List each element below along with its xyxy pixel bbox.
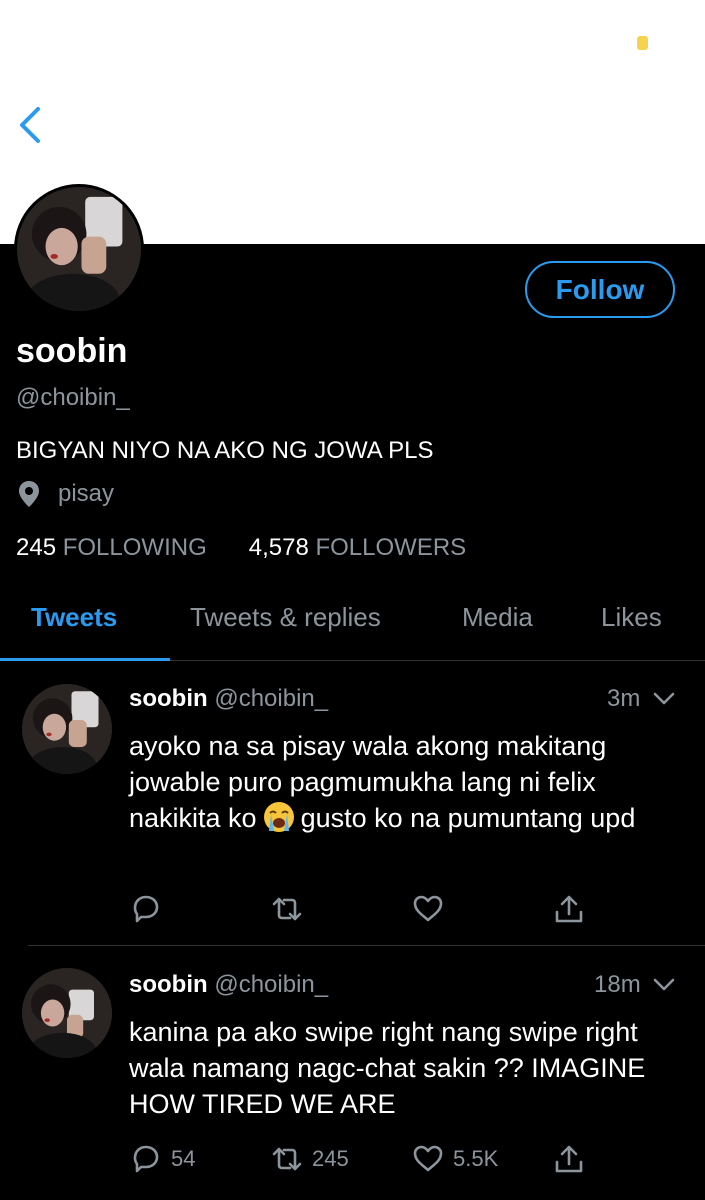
profile-name: soobin [16, 332, 128, 370]
tweet-author-name: soobin [129, 685, 208, 712]
tab-likes[interactable]: Likes [601, 602, 662, 633]
tab-tweets-replies[interactable]: Tweets & replies [190, 602, 381, 633]
avatar-image [22, 684, 112, 774]
share-icon [555, 1145, 583, 1173]
retweet-button[interactable] [270, 892, 312, 926]
tweet-header: soobin @choibin_ [129, 971, 328, 999]
reply-button[interactable]: 54 [129, 1142, 195, 1176]
profile-bio: BIGYAN NIYO NA AKO NG JOWA PLS [16, 437, 434, 464]
location-text: pisay [58, 480, 115, 507]
share-button[interactable] [552, 1142, 594, 1176]
profile-avatar[interactable] [14, 184, 144, 314]
tweet-time: 3m [607, 685, 641, 712]
tweet-author-handle: @choibin_ [214, 971, 329, 998]
avatar-image [17, 187, 141, 311]
chevron-down-icon[interactable] [652, 973, 676, 997]
heart-icon [413, 1145, 443, 1172]
followers-count: 4,578 [248, 534, 309, 561]
like-count: 5.5K [453, 1146, 499, 1171]
retweet-icon [272, 1147, 302, 1171]
tweet-avatar[interactable] [22, 684, 112, 774]
followers-stat[interactable]: 4,578 FOLLOWERS [249, 534, 466, 562]
loudly-crying-face-icon [263, 802, 294, 832]
tweet-time: 18m [594, 971, 641, 998]
tab-media[interactable]: Media [462, 602, 533, 633]
profile-handle: @choibin_ [16, 384, 130, 411]
battery-indicator [637, 36, 648, 50]
tweet-item[interactable]: soobin @choibin_ 18m kanina pa ako swipe… [0, 946, 705, 1200]
retweet-count: 245 [312, 1146, 349, 1171]
profile-tabs: Tweets Tweets & replies Media Likes [0, 592, 705, 661]
back-button[interactable] [12, 103, 52, 147]
following-label: FOLLOWING [62, 534, 207, 561]
tab-tweets[interactable]: Tweets [31, 602, 117, 633]
like-button[interactable]: 5.5K [411, 1142, 498, 1176]
tweet-author-handle: @choibin_ [214, 685, 329, 712]
share-button[interactable] [552, 892, 594, 926]
retweet-icon [272, 897, 302, 921]
tweet-avatar[interactable] [22, 968, 112, 1058]
reply-icon [133, 895, 159, 923]
following-count: 245 [16, 534, 57, 561]
location-pin-icon [19, 481, 39, 507]
reply-button[interactable] [129, 892, 171, 926]
profile-location: pisay [18, 480, 114, 508]
reply-count: 54 [171, 1146, 196, 1171]
profile-stats: 245 FOLLOWING 4,578 FOLLOWERS [16, 534, 508, 562]
retweet-button[interactable]: 245 [270, 1142, 349, 1176]
tweet-text: kanina pa ako swipe right nang swipe rig… [129, 1017, 646, 1119]
chevron-down-icon[interactable] [652, 687, 676, 711]
follow-button[interactable]: Follow [525, 261, 675, 318]
tweet-actions: 54 245 5.5K [129, 1142, 689, 1182]
followers-label: FOLLOWERS [315, 534, 467, 561]
avatar-image [22, 968, 112, 1058]
share-icon [555, 895, 583, 923]
like-button[interactable] [411, 892, 453, 926]
tweet-item[interactable]: soobin @choibin_ 3m ayoko na sa pisay wa… [0, 660, 705, 946]
tweet-author-name: soobin [129, 971, 208, 998]
heart-icon [413, 895, 443, 922]
tweet-actions [129, 892, 689, 932]
tweet-text: ayoko na sa pisay wala akong makitang jo… [129, 728, 689, 836]
tweet-text-part: gusto ko na pumuntang upd [300, 803, 636, 833]
chevron-left-icon [20, 107, 40, 143]
following-stat[interactable]: 245 FOLLOWING [16, 534, 207, 562]
reply-icon [133, 1145, 159, 1173]
tweet-header: soobin @choibin_ [129, 685, 328, 713]
